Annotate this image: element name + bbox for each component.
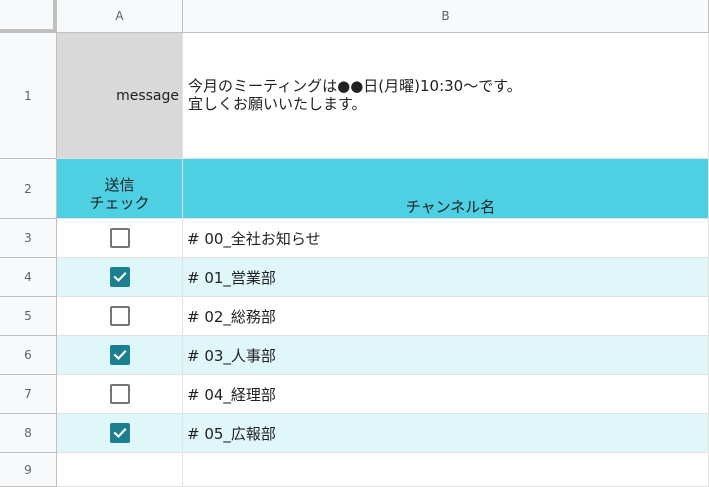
message-label: message <box>116 87 179 104</box>
checkbox-unchecked-icon[interactable] <box>109 306 130 326</box>
row-header-2[interactable]: 2 <box>0 159 57 219</box>
row-header-6[interactable]: 6 <box>0 336 57 375</box>
checkbox-checked-icon[interactable] <box>109 267 130 287</box>
row-header-5[interactable]: 5 <box>0 297 57 336</box>
channel-name-header-cell[interactable]: チャンネル名 <box>183 159 709 219</box>
checkbox-cell[interactable] <box>57 219 183 258</box>
channel-name-cell[interactable]: # 04_経理部 <box>183 375 709 414</box>
checkbox-cell[interactable] <box>57 258 183 297</box>
channel-name-cell[interactable]: # 01_営業部 <box>183 258 709 297</box>
column-header-b[interactable]: B <box>183 0 709 33</box>
checkbox-checked-icon[interactable] <box>109 423 130 443</box>
send-check-header-line-2: チェック <box>89 194 150 212</box>
message-line-2: 宜しくお願いいたします。 <box>188 95 367 113</box>
channel-name-cell[interactable]: # 05_広報部 <box>183 414 709 453</box>
column-header-a[interactable]: A <box>57 0 183 33</box>
row-header-7[interactable]: 7 <box>0 375 57 414</box>
row-header-8[interactable]: 8 <box>0 414 57 453</box>
checkbox-cell[interactable] <box>57 336 183 375</box>
channel-name: # 04_経理部 <box>187 385 276 404</box>
select-all-corner[interactable] <box>0 0 57 33</box>
channel-name-cell[interactable]: # 03_人事部 <box>183 336 709 375</box>
checkbox-cell[interactable] <box>57 414 183 453</box>
channel-name: # 03_人事部 <box>187 346 276 365</box>
checkbox-unchecked-icon[interactable] <box>109 228 130 248</box>
row-header-9[interactable]: 9 <box>0 453 57 487</box>
checkbox-checked-icon[interactable] <box>109 345 130 365</box>
row-header-1[interactable]: 1 <box>0 33 57 159</box>
row-header-3[interactable]: 3 <box>0 219 57 258</box>
channel-name: # 02_総務部 <box>187 307 276 326</box>
checkbox-unchecked-icon[interactable] <box>109 384 130 404</box>
channel-name-cell[interactable]: # 02_総務部 <box>183 297 709 336</box>
channel-name-cell[interactable]: # 00_全社お知らせ <box>183 219 709 258</box>
row-header-4[interactable]: 4 <box>0 258 57 297</box>
send-check-header-line-1: 送信 <box>104 176 135 194</box>
checkbox-cell[interactable] <box>57 375 183 414</box>
spreadsheet-grid: A B 1 2 3 4 5 6 7 8 9 message 今月のミーティングは… <box>0 0 709 487</box>
message-line-1: 今月のミーティングは●●日(月曜)10:30～です。 <box>188 77 522 95</box>
message-value-cell[interactable]: 今月のミーティングは●●日(月曜)10:30～です。 宜しくお願いいたします。 <box>183 33 709 159</box>
empty-cell-b9[interactable] <box>183 453 709 487</box>
empty-cell-a9[interactable] <box>57 453 183 487</box>
message-label-cell[interactable]: message <box>57 33 183 159</box>
checkbox-cell[interactable] <box>57 297 183 336</box>
channel-name: # 05_広報部 <box>187 424 276 443</box>
channel-name-header: チャンネル名 <box>405 198 496 216</box>
channel-name: # 01_営業部 <box>187 268 276 287</box>
send-check-header-cell[interactable]: 送信 チェック <box>57 159 183 219</box>
channel-name: # 00_全社お知らせ <box>187 229 321 248</box>
